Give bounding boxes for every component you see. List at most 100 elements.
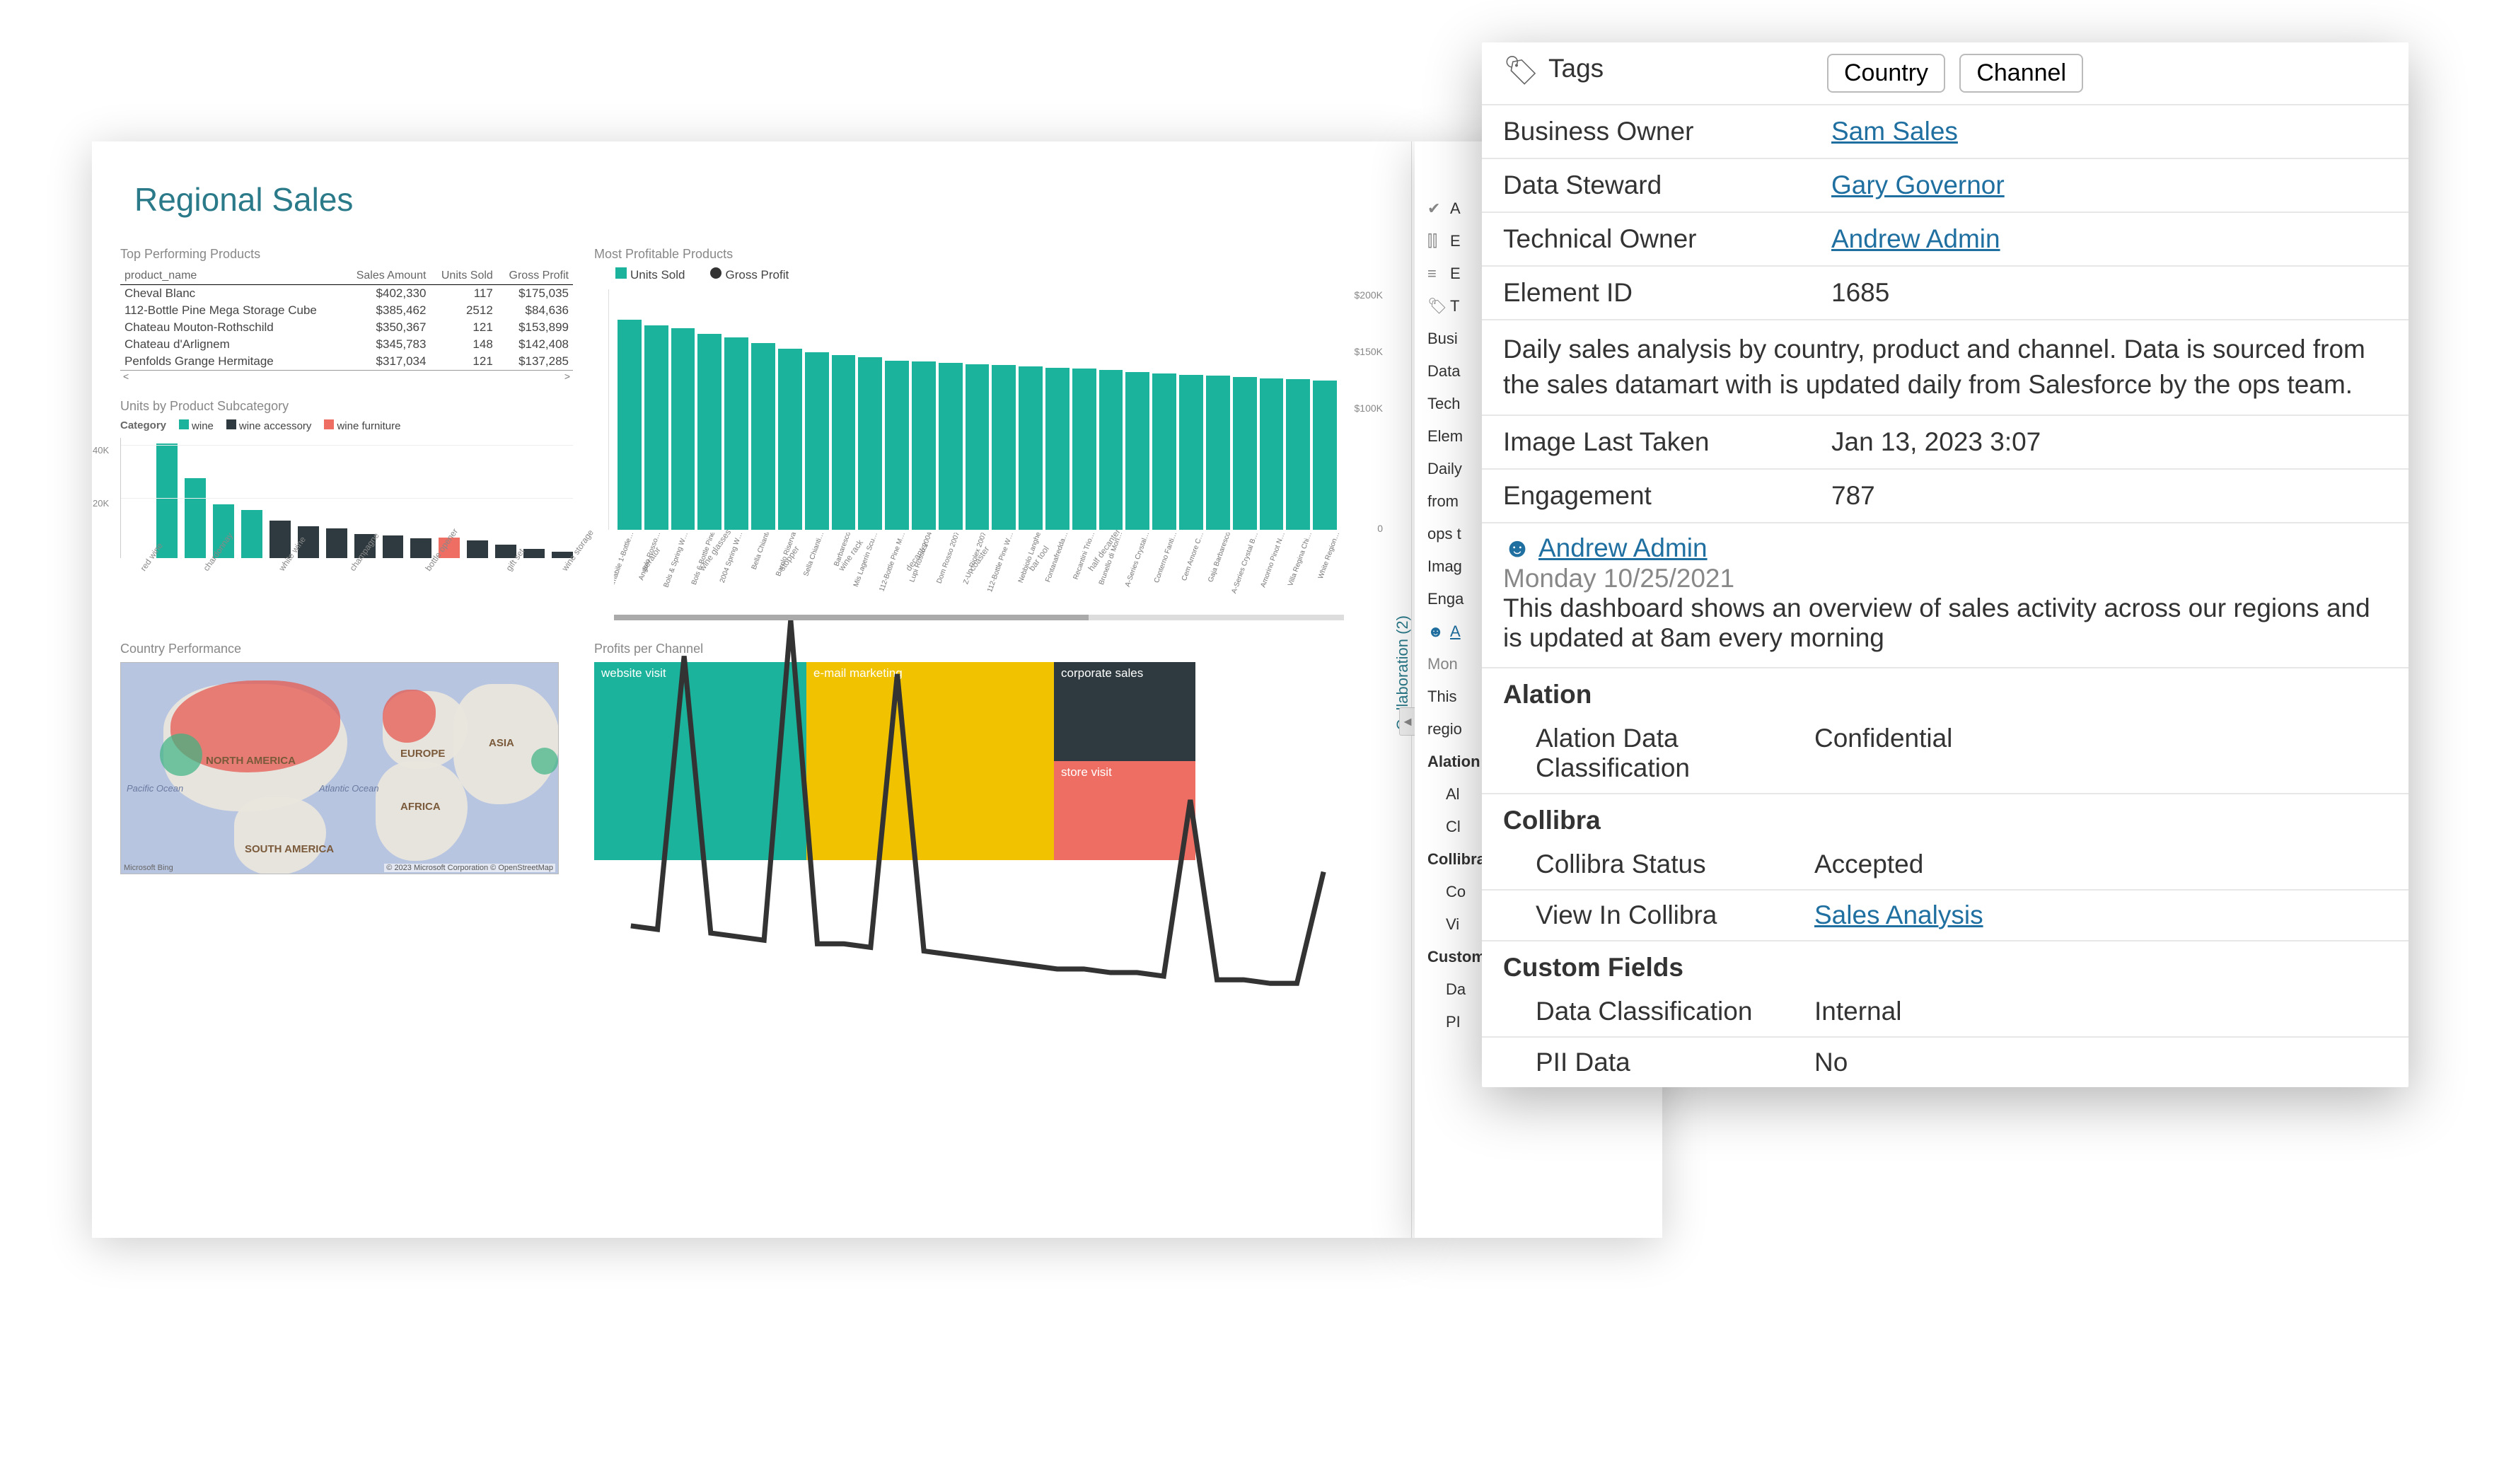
section-header-custom: Custom Fields: [1482, 941, 2409, 987]
alation-classification-value: Confidential: [1814, 724, 1952, 783]
business-owner-link[interactable]: Sam Sales: [1831, 117, 1958, 146]
table-row[interactable]: Chateau Mouton-Rothschild$350,367121$153…: [120, 319, 573, 336]
comment-block: ☻Andrew Admin Monday 10/25/2021 This das…: [1482, 523, 2409, 668]
business-owner-row: Business Owner Sam Sales: [1482, 105, 2409, 159]
col-header[interactable]: Units Sold: [430, 267, 497, 285]
data-classification-row: Data Classification Internal: [1482, 987, 2409, 1038]
y-label: $100K: [1355, 402, 1383, 414]
table-row[interactable]: Penfolds Grange Hermitage$317,034121$137…: [120, 353, 573, 370]
user-icon: ☻: [1503, 533, 1531, 563]
map-brand: Microsoft Bing: [124, 864, 173, 872]
tag-icon: 🏷: [1503, 54, 1531, 87]
legend: Category wine wine accessory wine furnit…: [120, 419, 573, 432]
view-in-collibra-link[interactable]: Sales Analysis: [1814, 900, 1983, 930]
y-label: $200K: [1355, 289, 1383, 301]
dashboard-title: Regional Sales: [92, 141, 1415, 247]
list-icon: ≡: [1427, 265, 1446, 283]
check-icon: ✔: [1427, 199, 1446, 218]
field-label: Business Owner: [1503, 117, 1814, 146]
legend-item: wine accessory: [226, 419, 312, 432]
bar[interactable]: [185, 478, 206, 558]
scroll-hint[interactable]: <>: [120, 370, 573, 382]
y-label: 20K: [93, 498, 109, 509]
y-label: 0: [1377, 523, 1383, 534]
y-label: $150K: [1355, 346, 1383, 357]
collapse-handle[interactable]: ◄: [1399, 707, 1416, 736]
dashboard-body: Top Performing Products product_name Sal…: [92, 247, 1415, 874]
subcategory-tile[interactable]: Units by Product Subcategory Category wi…: [120, 399, 573, 601]
x-axis: Amabile 1-Bottle…Angelo Rosso…Bols & Spr…: [614, 533, 1344, 610]
y-label: 40K: [93, 445, 109, 456]
dashboard-window: Regional Sales Top Performing Products p…: [92, 141, 1415, 1238]
data-steward-link[interactable]: Gary Governor: [1831, 170, 2005, 200]
pii-value: No: [1814, 1048, 1848, 1077]
map-attribution: © 2023 Microsoft Corporation © OpenStree…: [384, 864, 555, 872]
world-map[interactable]: NORTH AMERICA SOUTH AMERICA EUROPE AFRIC…: [120, 662, 559, 874]
field-label: PII Data: [1536, 1048, 1814, 1077]
tag-icon: 🏷: [1427, 297, 1446, 315]
legend-item: Units Sold: [615, 267, 685, 282]
comment-date: Monday 10/25/2021: [1503, 564, 2387, 593]
legend-item: Gross Profit: [710, 267, 789, 282]
description: Daily sales analysis by country, product…: [1482, 320, 2409, 416]
profit-line: [618, 296, 1337, 1016]
col-header[interactable]: Sales Amount: [343, 267, 430, 285]
tag-chip[interactable]: Channel: [1959, 54, 2083, 93]
field-label: Engagement: [1503, 481, 1814, 511]
field-label: Data Steward: [1503, 170, 1814, 200]
bar[interactable]: [410, 538, 431, 558]
comment-body: This dashboard shows an overview of sale…: [1503, 593, 2387, 653]
top-products-tile[interactable]: Top Performing Products product_name Sal…: [120, 247, 573, 382]
field-label: Collibra Status: [1536, 850, 1814, 879]
data-classification-value: Internal: [1814, 997, 1901, 1026]
map-label: AFRICA: [400, 801, 441, 813]
element-id-row: Element ID 1685: [1482, 267, 2409, 320]
map-label: Atlantic Ocean: [319, 783, 379, 794]
collibra-status-row: Collibra Status Accepted: [1482, 840, 2409, 891]
left-column: Top Performing Products product_name Sal…: [120, 247, 573, 620]
map-label: NORTH AMERICA: [206, 755, 296, 767]
data-steward-row: Data Steward Gary Governor: [1482, 159, 2409, 213]
tile-title: Units by Product Subcategory: [120, 399, 573, 414]
section-header-alation: Alation: [1482, 668, 2409, 714]
chart-scrollbar[interactable]: [614, 615, 1344, 620]
engagement-row: Engagement 787: [1482, 470, 2409, 523]
profitable-chart: $200K $150K $100K 0: [608, 289, 1344, 530]
engagement-value: 787: [1831, 481, 1875, 511]
alation-classification-row: Alation Data Classification Confidential: [1482, 714, 2409, 794]
table-row[interactable]: 112-Bottle Pine Mega Storage Cube$385,46…: [120, 302, 573, 319]
bar-chart-icon: ⫿⫿: [1427, 232, 1446, 250]
subcategory-chart: 40K 20K: [120, 438, 573, 558]
table-row[interactable]: Cheval Blanc$402,330117$175,035: [120, 285, 573, 303]
field-label: Alation Data Classification: [1536, 724, 1814, 783]
col-header[interactable]: product_name: [120, 267, 343, 285]
collibra-status-value: Accepted: [1814, 850, 1923, 879]
map-label: SOUTH AMERICA: [245, 843, 334, 855]
field-label: View In Collibra: [1536, 900, 1814, 930]
field-label: Tags: [1548, 54, 1810, 83]
image-last-taken-value: Jan 13, 2023 3:07: [1831, 427, 2041, 457]
legend-label: Category: [120, 419, 166, 432]
element-id-value: 1685: [1831, 278, 1889, 308]
tile-title: Country Performance: [120, 642, 573, 656]
metadata-popup: 🏷 Tags Country Channel Business Owner Sa…: [1482, 42, 2409, 1087]
map-label: ASIA: [489, 737, 514, 749]
map-tile[interactable]: Country Performance NORTH AMERICA SOUTH …: [120, 642, 573, 874]
field-label: Element ID: [1503, 278, 1814, 308]
legend-item: wine furniture: [324, 419, 400, 432]
bar[interactable]: [156, 444, 178, 558]
col-header[interactable]: Gross Profit: [497, 267, 573, 285]
x-axis: red winechardonnaywhite winechampagnebot…: [156, 558, 573, 601]
view-in-collibra-row: View In Collibra Sales Analysis: [1482, 891, 2409, 941]
tile-title: Most Profitable Products: [594, 247, 1386, 262]
table-row[interactable]: Chateau d'Arlignem$345,783148$142,408: [120, 336, 573, 353]
tag-chip[interactable]: Country: [1827, 54, 1945, 93]
legend: Units Sold Gross Profit: [594, 267, 1386, 282]
comment-author-link[interactable]: Andrew Admin: [1538, 533, 1708, 562]
map-label: EUROPE: [400, 748, 445, 760]
profitable-tile[interactable]: Most Profitable Products Units Sold Gros…: [594, 247, 1386, 620]
technical-owner-link[interactable]: Andrew Admin: [1831, 224, 2000, 254]
technical-owner-row: Technical Owner Andrew Admin: [1482, 213, 2409, 267]
bar[interactable]: [326, 528, 347, 558]
pii-row: PII Data No: [1482, 1038, 2409, 1087]
